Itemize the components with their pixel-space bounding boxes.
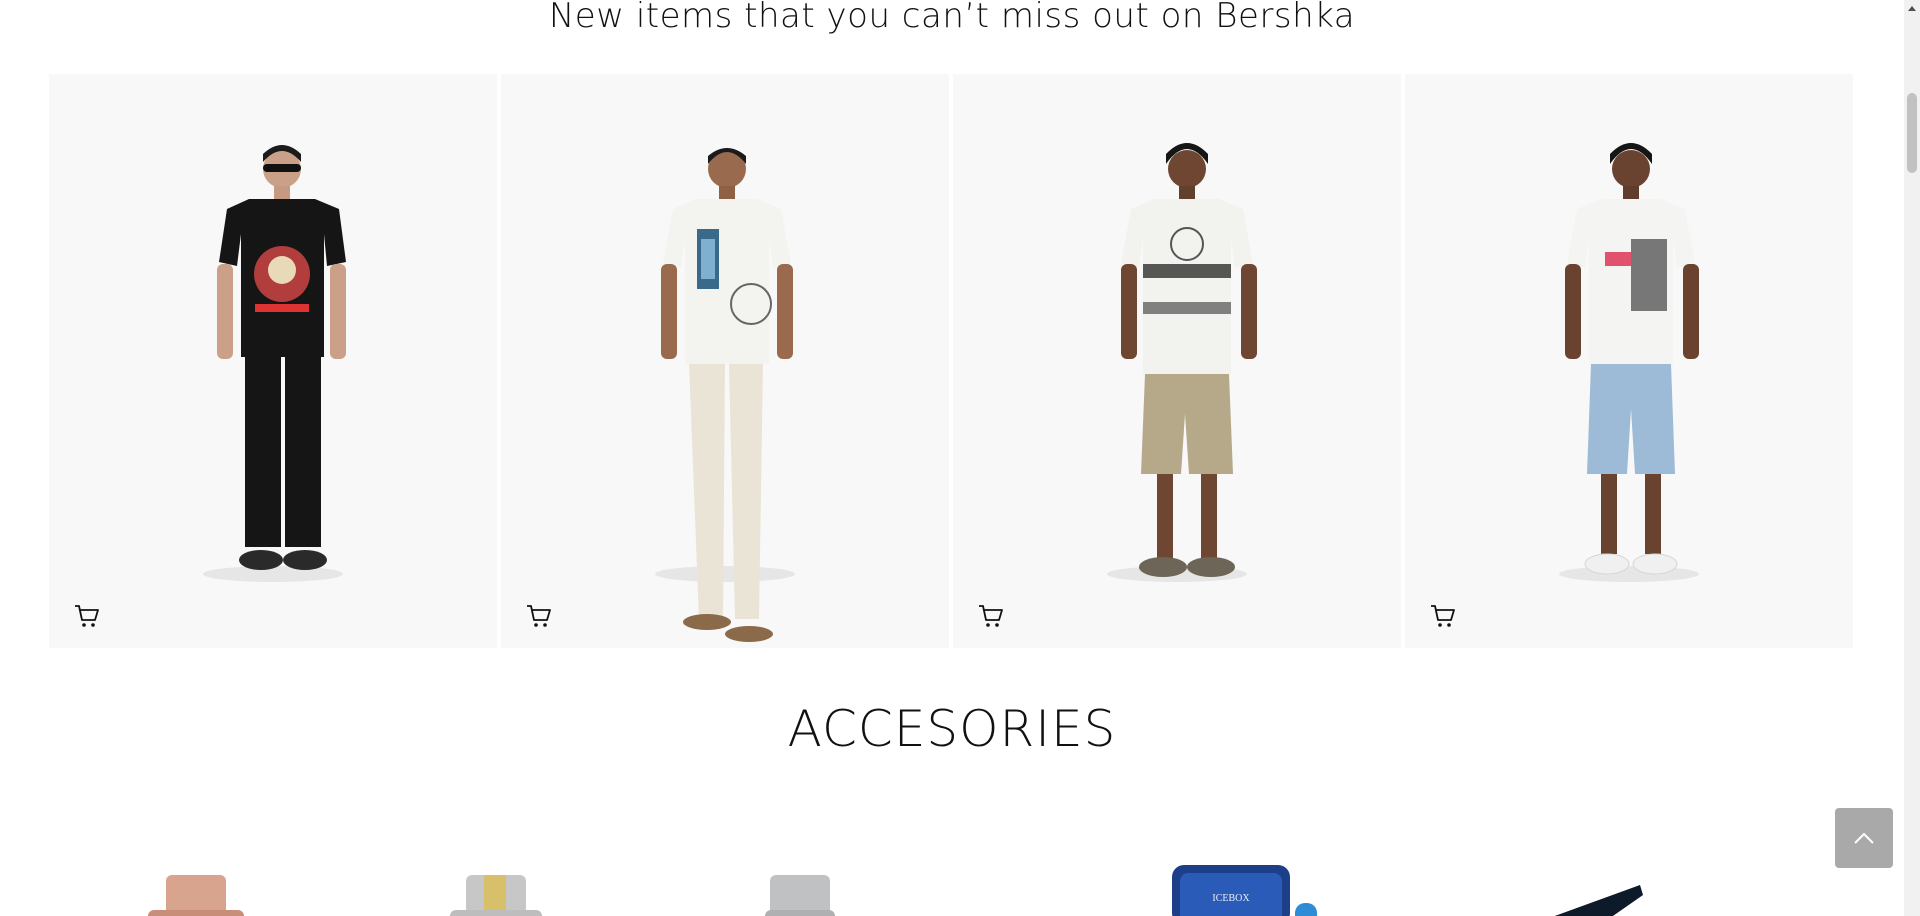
add-to-cart-button[interactable] xyxy=(73,602,101,630)
sunglasses-image[interactable] xyxy=(1530,885,1643,916)
cart-icon xyxy=(527,605,551,627)
accessories-row: ICEBOX xyxy=(148,865,1643,916)
add-to-cart-button[interactable] xyxy=(1429,602,1457,630)
icebox-case-image[interactable]: ICEBOX xyxy=(1172,865,1317,916)
back-to-top-button[interactable] xyxy=(1835,808,1893,868)
vertical-scrollbar[interactable] xyxy=(1904,0,1920,916)
new-items-title: New items that you can’t miss out on Ber… xyxy=(548,0,1356,36)
add-to-cart-button[interactable] xyxy=(977,602,1005,630)
scroll-up-button[interactable] xyxy=(1904,0,1920,16)
cart-icon xyxy=(1431,605,1455,627)
cart-icon xyxy=(75,605,99,627)
svg-text:ICEBOX: ICEBOX xyxy=(1212,893,1250,904)
product-image[interactable] xyxy=(501,74,949,648)
product-card[interactable] xyxy=(953,74,1401,648)
product-image[interactable] xyxy=(1405,74,1853,648)
product-image[interactable] xyxy=(49,74,497,648)
product-grid xyxy=(49,74,1853,648)
product-card[interactable] xyxy=(1405,74,1853,648)
page: New items that you can’t miss out on Ber… xyxy=(0,0,1904,916)
watch-silver-image[interactable] xyxy=(765,875,835,916)
watch-two-tone-image[interactable] xyxy=(450,875,542,916)
cart-icon xyxy=(979,605,1003,627)
product-card[interactable] xyxy=(49,74,497,648)
watch-rose-gold-image[interactable] xyxy=(148,875,244,916)
product-image[interactable] xyxy=(953,74,1401,648)
chevron-up-icon xyxy=(1854,832,1874,844)
product-card[interactable] xyxy=(501,74,949,648)
scroll-up-arrow-icon xyxy=(1908,6,1916,11)
add-to-cart-button[interactable] xyxy=(525,602,553,630)
accessories-title: ACCESORIES xyxy=(787,700,1117,758)
scrollbar-thumb[interactable] xyxy=(1907,93,1917,173)
